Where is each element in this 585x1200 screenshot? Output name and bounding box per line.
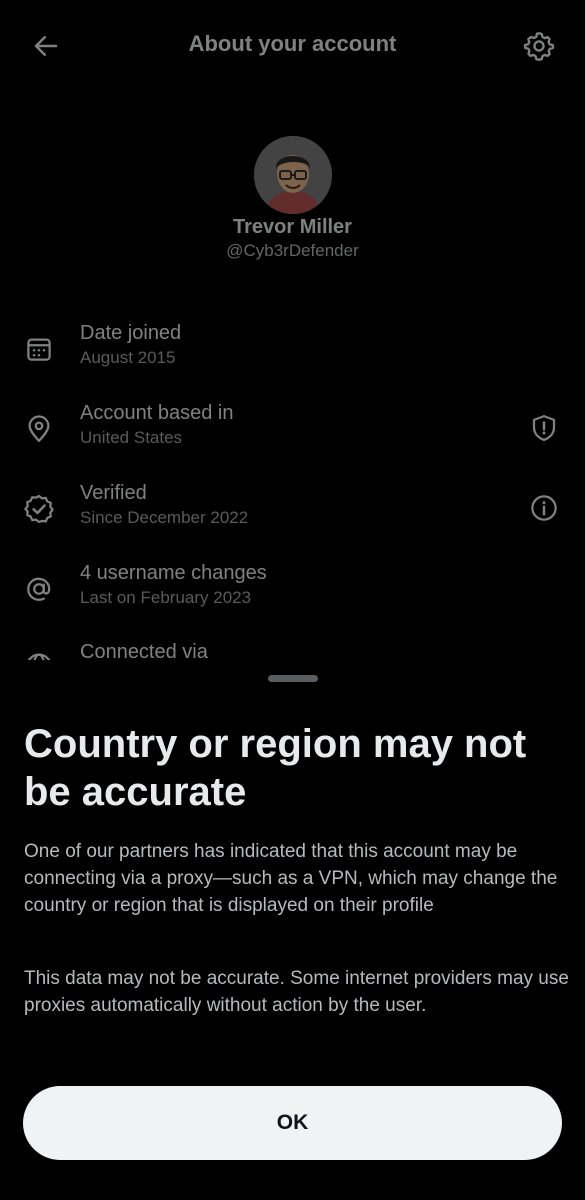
avatar[interactable]: [253, 136, 332, 214]
gear-icon: [523, 32, 555, 61]
bottom-sheet: Country or region may not be accurate On…: [0, 660, 585, 1200]
calendar-icon: [20, 330, 58, 368]
profile-name: Trevor Miller: [233, 216, 352, 238]
shield-alert-icon: [532, 415, 556, 441]
info-row-account-based-in: Account based in United States: [0, 402, 585, 462]
cartoon-avatar: [253, 136, 332, 214]
ok-button[interactable]: OK: [23, 1086, 562, 1160]
settings-button[interactable]: [520, 27, 558, 65]
info-row-title: Date joined: [80, 322, 182, 344]
sheet-title: Country or region may not be accurate: [24, 722, 527, 814]
about-account-screen: About your account Trevor Miller @Cyb3rD…: [0, 0, 585, 1200]
sheet-paragraph-2: This data may not be accurate. Some inte…: [24, 968, 569, 1016]
sheet-drag-handle[interactable]: [268, 675, 318, 682]
page-title: About your account: [188, 31, 397, 56]
info-row-subtitle: United States: [80, 428, 183, 447]
info-row-title: Account based in: [80, 402, 234, 424]
profile-section: Trevor Miller @Cyb3rDefender: [0, 136, 585, 261]
shield-alert-button[interactable]: [524, 408, 564, 448]
sheet-paragraph-1: One of our partners has indicated that t…: [24, 841, 558, 916]
location-pin-icon: [20, 410, 58, 448]
info-row-subtitle: August 2015: [80, 348, 176, 367]
profile-handle: @Cyb3rDefender: [226, 241, 359, 260]
verified-badge-icon: [20, 490, 58, 528]
info-row-title: Verified: [80, 482, 147, 504]
top-bar: About your account: [0, 0, 585, 92]
info-row-username-changes: 4 username changes Last on February 2023: [0, 562, 585, 622]
at-sign-icon: [20, 570, 58, 608]
info-button[interactable]: [524, 488, 564, 528]
info-row-date-joined: Date joined August 2015: [0, 322, 585, 382]
info-row-verified: Verified Since December 2022: [0, 482, 585, 542]
info-icon: [531, 495, 557, 521]
info-row-subtitle: Since December 2022: [80, 508, 249, 527]
background-page: About your account Trevor Miller @Cyb3rD…: [0, 0, 585, 700]
info-row-title: 4 username changes: [80, 562, 267, 584]
info-row-subtitle: Last on February 2023: [80, 588, 252, 607]
